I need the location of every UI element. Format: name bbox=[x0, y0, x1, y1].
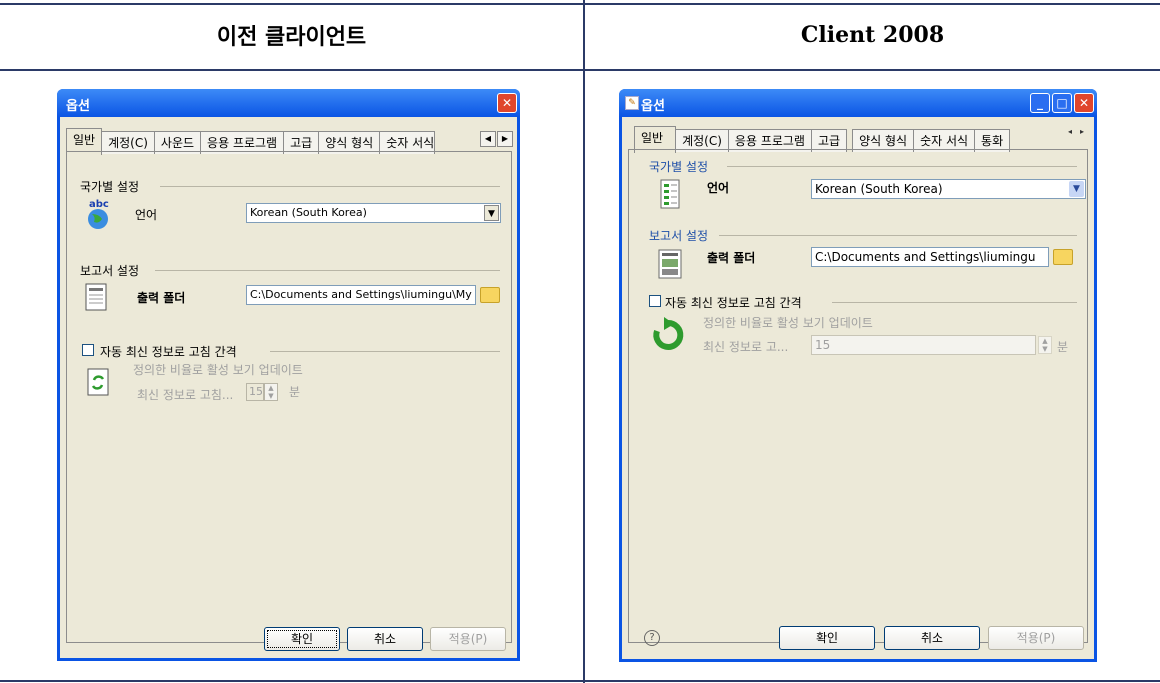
new-language-list-icon bbox=[660, 179, 680, 209]
old-cancel-button[interactable]: 취소 bbox=[347, 627, 423, 651]
old-output-folder-label: 출력 폴더 bbox=[137, 291, 186, 305]
old-auto-refresh-checkbox[interactable] bbox=[82, 344, 94, 356]
old-language-dropdown-icon[interactable]: ▼ bbox=[484, 205, 499, 221]
new-regional-section: 국가별 설정 bbox=[649, 160, 709, 174]
old-output-folder-input[interactable]: C:\Documents and Settings\liumingu\My bbox=[246, 285, 476, 305]
new-refresh-label: 최신 정보로 고... bbox=[703, 340, 789, 354]
new-output-folder-input[interactable]: C:\Documents and Settings\liumingu bbox=[811, 247, 1049, 267]
old-title-bar: 옵션 ✕ bbox=[57, 89, 520, 117]
new-tab-row: 일반 계정(C) 응용 프로그램 고급 양식 형식 숫자 서식 통화 bbox=[634, 125, 1011, 153]
old-refresh-unit: 분 bbox=[289, 385, 301, 399]
new-refresh-spinner[interactable]: ▲ ▼ bbox=[1038, 336, 1052, 354]
old-tab-scroll-right-icon[interactable]: ▶ bbox=[497, 131, 513, 147]
old-auto-refresh-description: 정의한 비율로 활성 보기 업데이트 bbox=[133, 363, 303, 377]
old-tab-scroll-left-icon[interactable]: ◀ bbox=[480, 131, 496, 147]
table-bottom-rule bbox=[0, 680, 1160, 682]
new-cancel-button[interactable]: 취소 bbox=[884, 626, 980, 650]
header-old-client: 이전 클라이언트 bbox=[216, 24, 367, 50]
new-refresh-unit: 분 bbox=[1057, 340, 1069, 354]
old-report-separator bbox=[155, 270, 500, 271]
new-options-dialog: ✎ 옵션 _ □ ✕ 일반 계정(C) 응용 프로그램 고급 양식 형식 숫자 … bbox=[619, 89, 1097, 662]
new-auto-refresh-description: 정의한 비율로 활성 보기 업데이트 bbox=[703, 316, 873, 330]
old-title: 옵션 bbox=[66, 99, 90, 114]
old-refresh-value-field[interactable]: 15 bbox=[246, 383, 264, 401]
new-refresh-arrow-icon bbox=[650, 317, 686, 353]
old-tab-row: 일반 계정(C) 사운드 응용 프로그램 고급 양식 형식 숫자 서식 bbox=[66, 127, 436, 155]
new-report-section: 보고서 설정 bbox=[649, 229, 709, 243]
old-language-select[interactable]: Korean (South Korea) ▼ bbox=[246, 203, 501, 223]
new-language-dropdown-icon[interactable]: ▼ bbox=[1069, 181, 1084, 197]
table-column-divider bbox=[583, 0, 585, 683]
old-refresh-label: 최신 정보로 고침... bbox=[137, 388, 234, 402]
new-ok-button[interactable]: 확인 bbox=[779, 626, 875, 650]
old-document-icon bbox=[84, 282, 108, 312]
old-dialog-body: 일반 계정(C) 사운드 응용 프로그램 고급 양식 형식 숫자 서식 ◀ ▶ … bbox=[60, 117, 517, 658]
new-close-button[interactable]: ✕ bbox=[1074, 93, 1094, 113]
new-title-pencil-icon: ✎ bbox=[625, 96, 639, 110]
new-dialog-body: 일반 계정(C) 응용 프로그램 고급 양식 형식 숫자 서식 통화 ◂ ▸ 국… bbox=[622, 117, 1094, 659]
new-language-label: 언어 bbox=[707, 181, 730, 195]
old-language-label: 언어 bbox=[135, 208, 158, 222]
new-title: 옵션 bbox=[641, 99, 665, 114]
header-client-2008: Client 2008 bbox=[800, 22, 945, 48]
old-regional-separator bbox=[160, 186, 500, 187]
old-folder-browse-icon[interactable] bbox=[480, 287, 500, 303]
new-refresh-value: 15 bbox=[815, 338, 831, 352]
new-title-bar: ✎ 옵션 _ □ ✕ bbox=[619, 89, 1097, 117]
new-refresh-value-field[interactable]: 15 bbox=[811, 335, 1036, 355]
old-apply-button[interactable]: 적용(P) bbox=[430, 627, 506, 651]
old-output-folder-value: C:\Documents and Settings\liumingu\My bbox=[250, 288, 472, 301]
new-language-value: Korean (South Korea) bbox=[815, 182, 943, 196]
old-refresh-icon bbox=[86, 367, 110, 397]
new-maximize-button[interactable]: □ bbox=[1052, 93, 1072, 113]
old-refresh-spinner[interactable]: ▲ ▼ bbox=[264, 383, 278, 401]
new-report-separator bbox=[719, 235, 1077, 236]
old-language-value: Korean (South Korea) bbox=[250, 206, 367, 219]
new-auto-refresh-separator bbox=[832, 302, 1077, 303]
new-language-select[interactable]: Korean (South Korea) ▼ bbox=[811, 179, 1086, 199]
old-ok-button[interactable]: 확인 bbox=[264, 627, 340, 651]
old-auto-refresh-label: 자동 최신 정보로 고침 간격 bbox=[100, 345, 237, 359]
new-folder-browse-icon[interactable] bbox=[1053, 249, 1073, 265]
old-close-button[interactable]: ✕ bbox=[497, 93, 517, 113]
old-options-dialog: 옵션 ✕ 일반 계정(C) 사운드 응용 프로그램 고급 양식 형식 숫자 서식… bbox=[57, 89, 520, 661]
new-regional-separator bbox=[727, 166, 1077, 167]
new-output-folder-value: C:\Documents and Settings\liumingu bbox=[815, 250, 1036, 264]
old-regional-section: 국가별 설정 bbox=[80, 180, 140, 194]
new-output-folder-label: 출력 폴더 bbox=[707, 251, 756, 265]
old-refresh-value: 15 bbox=[249, 385, 263, 398]
new-auto-refresh-checkbox[interactable] bbox=[649, 295, 661, 307]
new-minimize-button[interactable]: _ bbox=[1030, 93, 1050, 113]
new-tab-scroll-right-icon[interactable]: ▸ bbox=[1080, 127, 1084, 136]
new-help-icon[interactable]: ? bbox=[644, 630, 660, 646]
old-globe-icon: abc bbox=[84, 197, 114, 231]
new-tab-panel-border bbox=[628, 149, 1088, 643]
new-report-document-icon bbox=[658, 249, 682, 279]
new-apply-button[interactable]: 적용(P) bbox=[988, 626, 1084, 650]
new-auto-refresh-label: 자동 최신 정보로 고침 간격 bbox=[665, 296, 802, 310]
old-report-section: 보고서 설정 bbox=[80, 264, 140, 278]
old-auto-refresh-separator bbox=[270, 351, 500, 352]
svg-text:abc: abc bbox=[89, 199, 109, 210]
new-tab-scroll-left-icon[interactable]: ◂ bbox=[1068, 127, 1072, 136]
